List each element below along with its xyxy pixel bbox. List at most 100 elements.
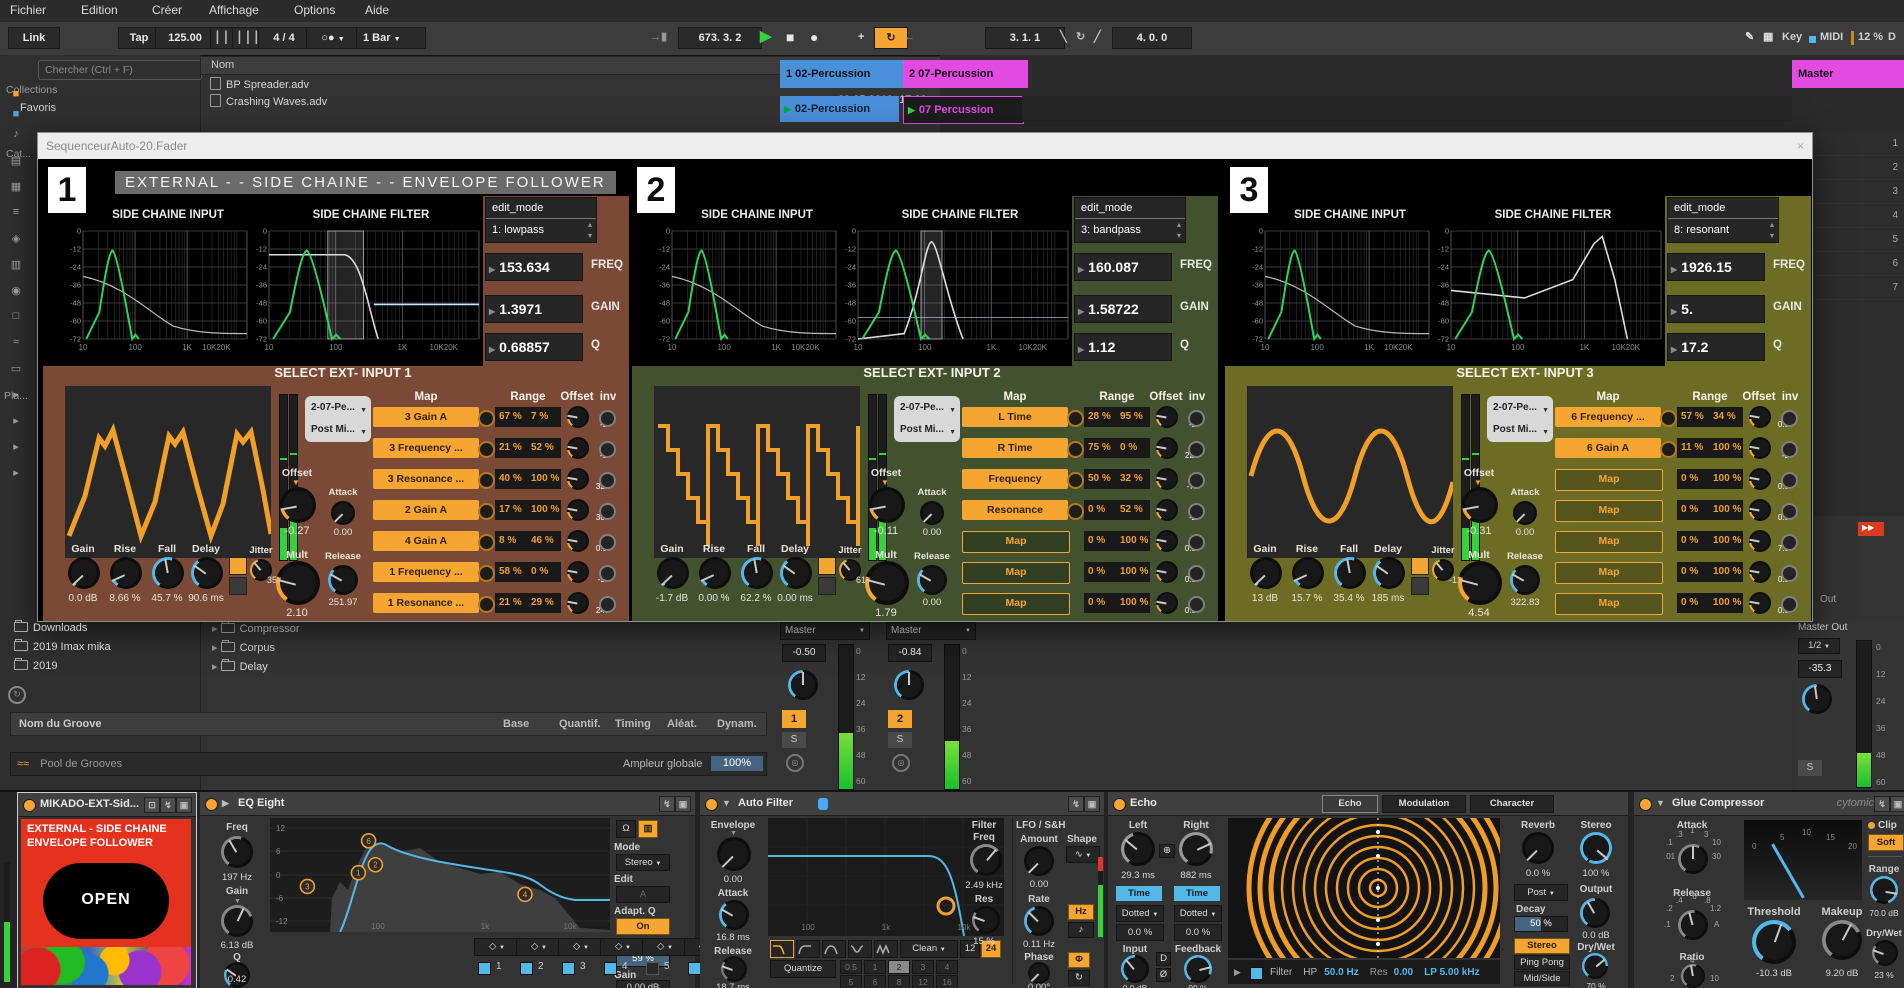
track-solo-button[interactable]: S [782, 732, 806, 748]
eq-band-checkbox[interactable] [520, 962, 533, 975]
inv-toggle[interactable] [1781, 596, 1798, 613]
eq-output-gain[interactable]: 0.00 dB [616, 980, 670, 988]
side-chain-filter-graph[interactable]: 0-12-24-36-48-60-72101001K10K20K [842, 223, 1072, 365]
device-activator[interactable] [205, 798, 218, 811]
track-volume-value[interactable]: -0.50 [782, 644, 826, 662]
save-preset-icon[interactable]: ▣ [675, 796, 691, 812]
device-header[interactable]: ▼ Auto Filter ↯ ▣ [700, 792, 1104, 816]
af-spin-mode[interactable]: ↻ [1068, 970, 1090, 986]
open-button[interactable]: OPEN [21, 891, 191, 909]
inv-toggle[interactable] [1188, 410, 1205, 427]
save-preset-icon[interactable]: ▣ [1890, 796, 1904, 812]
edit-mode-select[interactable]: edit_mode 3: bandpass▴▾ [1074, 197, 1186, 243]
af-quantize-16[interactable]: 16 [936, 975, 958, 988]
glue-makeup-knob[interactable] [1822, 920, 1862, 960]
scene-3[interactable]: 3 [1814, 180, 1904, 204]
unfold-icon[interactable]: ▶ [222, 792, 229, 815]
edit-mode-select[interactable]: edit_mode 8: resonant▴▾ [1667, 197, 1779, 243]
scene-7[interactable]: 7 [1814, 276, 1904, 300]
gain-field[interactable]: ▶1.3971 [485, 295, 583, 323]
eq-spectrum-display[interactable]: 1260-6-12621341001k10k [270, 818, 610, 932]
q-field[interactable]: ▶1.12 [1074, 333, 1172, 361]
ext-input-source-select[interactable]: 2-07-Pe...▼ Post Mi...▼ [1487, 396, 1553, 442]
map-button[interactable]: Map [1555, 469, 1663, 491]
device-activator[interactable] [1113, 798, 1126, 811]
rise-knob[interactable] [110, 557, 142, 589]
re-enable-automation-button[interactable]: ← [904, 27, 915, 47]
tap-point-select[interactable]: Post Mi...▼ [305, 418, 371, 440]
delay-knob[interactable] [780, 557, 812, 589]
echo-input-knob[interactable] [1121, 955, 1149, 983]
collection-blue[interactable]: ■ [4, 108, 28, 120]
offset-knob[interactable] [280, 487, 316, 523]
window-close-icon[interactable]: × [1797, 133, 1804, 159]
echo-right-division[interactable]: Dotted ▼ [1174, 905, 1222, 922]
clip-slot-2[interactable]: ▶07 Percussion [903, 96, 1024, 124]
map-radio[interactable] [478, 410, 495, 427]
echo-channel-stereo[interactable]: Stereo [1514, 938, 1570, 954]
q-field[interactable]: ▶0.68857 [485, 333, 583, 361]
map-radio[interactable] [1067, 472, 1084, 489]
fold-icon[interactable]: ▼ [722, 792, 731, 815]
headphones-icon[interactable]: Ω [616, 820, 636, 838]
map-radio[interactable] [478, 441, 495, 458]
af-freq-knob[interactable] [970, 844, 1002, 876]
hot-swap-icon[interactable]: ↯ [1068, 796, 1084, 812]
range-box[interactable]: 21 %29 % [495, 593, 561, 613]
af-quantize-5[interactable]: 5 [840, 975, 862, 988]
af-quantize-8[interactable]: 8 [888, 975, 910, 988]
spinner-icon[interactable]: ▴▾ [1177, 219, 1181, 241]
echo-left-mode-time[interactable]: Time [1116, 886, 1162, 901]
map-button[interactable]: R Time [962, 438, 1068, 458]
place-item[interactable]: Downloads [14, 622, 87, 634]
track-select[interactable]: 2-07-Pe...▼ [305, 396, 371, 418]
range-box[interactable]: 0 %100 % [1677, 593, 1743, 613]
folder-row[interactable]: ▸ Compressor [212, 622, 299, 635]
collection-orange[interactable]: ■ [4, 88, 28, 100]
af-filter-type-2[interactable] [822, 940, 846, 958]
master-routing-chooser[interactable]: 1/2 ▼ [1798, 638, 1840, 654]
range-box[interactable]: 0 %100 % [1677, 500, 1743, 520]
ext-input-source-select[interactable]: 2-07-Pe...▼ Post Mi...▼ [305, 396, 371, 442]
tab-character[interactable]: Character [1470, 795, 1554, 813]
af-quantize-6[interactable]: 6 [864, 975, 886, 988]
glue-attack-knob[interactable] [1678, 844, 1708, 874]
samples-icon[interactable]: □ [4, 310, 28, 322]
scene-2[interactable]: 2 [1814, 156, 1904, 180]
map-radio[interactable] [478, 472, 495, 489]
echo-right-offset[interactable]: 0.0 % [1174, 924, 1222, 941]
range-box[interactable]: 17 %100 % [495, 500, 561, 520]
map-button[interactable]: 4 Gain A [373, 531, 479, 551]
device-header[interactable]: ▼ Glue Compressor cytomic ↯ ▣ [1634, 792, 1904, 816]
link-button[interactable]: Link [8, 27, 60, 49]
freq-field[interactable]: ▶1926.15 [1667, 253, 1765, 281]
scene-1[interactable]: 1 [1814, 132, 1904, 156]
inv-toggle[interactable] [1781, 565, 1798, 582]
echo-reverb-position[interactable]: Post ▼ [1514, 884, 1568, 901]
eq-freq-knob[interactable] [221, 836, 253, 868]
tap-point-select[interactable]: Post Mi...▼ [894, 418, 960, 440]
map-radio[interactable] [1067, 410, 1084, 427]
range-box[interactable]: 8 %46 % [495, 531, 561, 551]
record-button[interactable]: ● [810, 27, 818, 47]
punch-out-button[interactable]: ╱ [1094, 27, 1101, 47]
eq-band-checkbox[interactable] [646, 962, 659, 975]
clips-icon[interactable]: ◉ [4, 284, 28, 297]
range-box[interactable]: 28 %95 % [1084, 407, 1150, 427]
jitter-off-button[interactable] [1411, 577, 1429, 595]
range-box[interactable]: 57 %34 % [1677, 407, 1743, 427]
track-pan-knob[interactable] [894, 670, 924, 700]
inv-toggle[interactable] [1781, 503, 1798, 520]
release-knob[interactable] [917, 565, 947, 595]
inv-toggle[interactable] [599, 503, 616, 520]
gain-field[interactable]: ▶1.58722 [1074, 295, 1172, 323]
map-button[interactable]: Map [962, 593, 1070, 615]
new-button[interactable]: + [858, 27, 864, 47]
time-signature-field[interactable]: 4 / 4 [258, 27, 310, 49]
map-button[interactable]: 1 Frequency ... [373, 562, 479, 582]
device-activator[interactable] [1639, 798, 1652, 811]
show-in-browser-icon[interactable]: ⊡ [144, 797, 160, 813]
plugins-icon[interactable]: ▥ [4, 258, 28, 271]
af-quantize-1[interactable]: 1 [864, 960, 886, 974]
track-select[interactable]: 2-07-Pe...▼ [1487, 396, 1553, 418]
